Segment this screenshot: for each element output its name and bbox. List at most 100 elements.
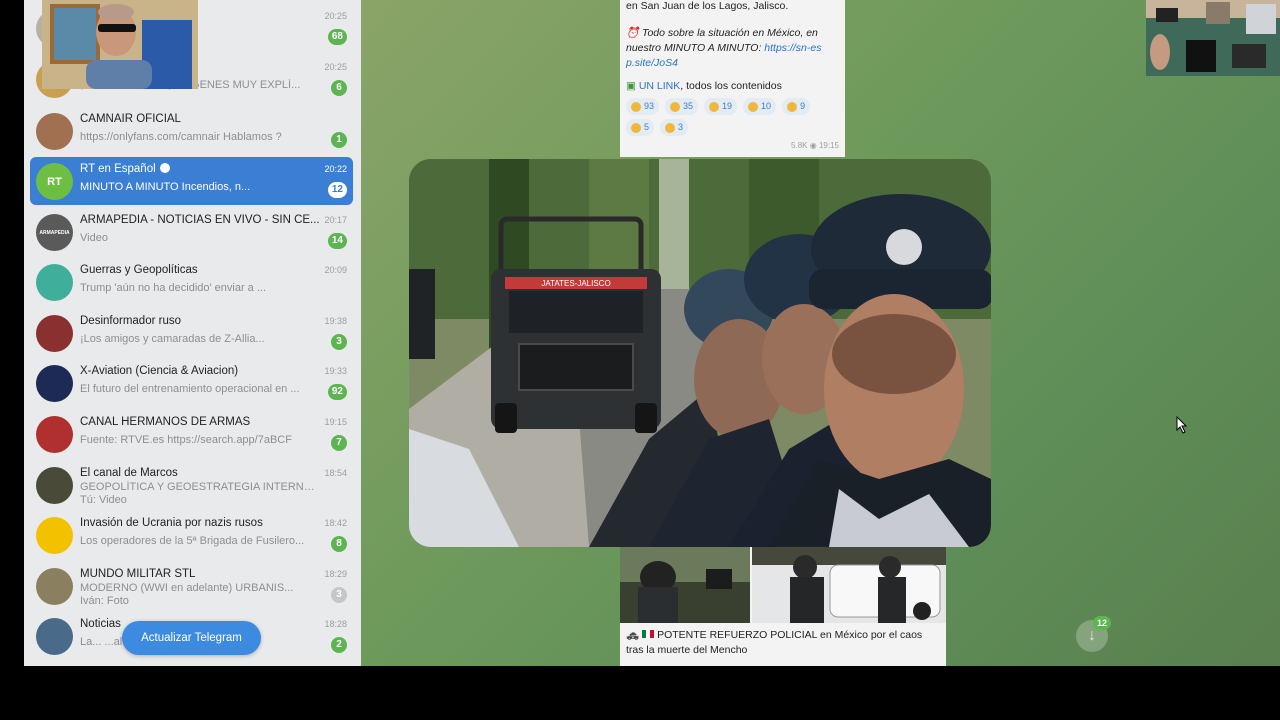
unread-badge: 1 (331, 132, 347, 148)
webcam-overlay-right (1146, 0, 1280, 76)
chat-name: Invasión de Ucrania por nazis rusos (80, 517, 320, 529)
unread-badge: 3 (331, 587, 347, 603)
reaction-count: 19 (722, 101, 733, 111)
chat-list-item[interactable]: X-Aviation (Ciencia & Aviacion) El futuro… (30, 359, 353, 407)
chat-name: X-Aviation (Ciencia & Aviacion) (80, 365, 320, 377)
chat-time: 19:33 (324, 366, 347, 376)
reaction-count: 9 (800, 101, 806, 111)
channel-message-top[interactable]: en San Juan de los Lagos, Jalisco. ⏰ Tod… (620, 0, 845, 157)
chat-preview: Trump 'aún no ha decidido' enviar a ... (80, 282, 267, 294)
desk-cam-svg (1146, 0, 1280, 76)
reaction-count: 5 (644, 122, 650, 132)
chat-list-item[interactable]: Invasión de Ucrania por nazis rusos Los o… (30, 511, 353, 559)
chat-avatar (36, 264, 73, 301)
reaction-chip[interactable]: 5 (626, 119, 655, 136)
reaction-chip[interactable]: 10 (743, 98, 777, 115)
chat-preview: https://onlyfans.com/camnair Hablamos ? (80, 131, 282, 143)
cursor-arrow-icon (1176, 415, 1188, 434)
chat-name: Guerras y Geopolíticas (80, 264, 320, 276)
chat-avatar: RT (36, 163, 73, 200)
chat-avatar (36, 467, 73, 504)
emoji-icon (670, 101, 681, 112)
reaction-chip[interactable]: 3 (660, 119, 689, 136)
chat-avatar (36, 618, 73, 655)
unread-badge: 14 (327, 233, 347, 249)
chat-list-item[interactable]: RT RT en Español MINUTO A MINUTO Incendios… (30, 157, 353, 205)
chat-list-sidebar[interactable]: a del servicio militar u...20:2568¡ADVER… (24, 0, 361, 666)
reaction-chip[interactable]: 35 (665, 98, 699, 115)
webcam-person-svg (42, 0, 198, 89)
chat-name-text: Invasión de Ucrania por nazis rusos (80, 517, 263, 529)
reaction-chip[interactable]: 19 (704, 98, 738, 115)
screen: a del servicio militar u...20:2568¡ADVER… (0, 0, 1280, 720)
chat-preview-sender: Tú: Video (80, 494, 127, 506)
verified-icon (159, 163, 170, 173)
chat-time: 19:15 (324, 417, 347, 427)
chat-name: CAMNAIR OFICIAL (80, 113, 320, 125)
chat-list-item[interactable]: El canal de Marcos GEOPOLÍTICA Y GEOESTRA… (30, 461, 353, 509)
chat-name: MUNDO MILITAR STL (80, 568, 320, 580)
update-telegram-button[interactable]: Actualizar Telegram (122, 621, 261, 655)
chat-name-text: ARMAPEDIA - NOTICIAS EN VIVO - SIN CE... (80, 214, 320, 226)
chat-preview: El futuro del entrenamiento operacional … (80, 383, 300, 395)
thumbnail-photos-svg (620, 547, 946, 623)
chat-avatar (36, 517, 73, 554)
chat-time: 20:25 (324, 62, 347, 72)
reaction-count: 3 (678, 122, 684, 132)
reaction-count: 10 (761, 101, 772, 111)
chat-preview-sender: Iván: Foto (80, 595, 129, 607)
reactions-row: 93 35 19 10 9 5 3 (626, 98, 839, 136)
chat-time: 18:28 (324, 619, 347, 629)
photo-album-thumbnails[interactable] (620, 547, 946, 623)
mexico-flag-icon (642, 630, 655, 638)
unread-badge: 8 (331, 536, 347, 552)
message-text: 🚓 POTENTE REFUERZO POLICIAL en México por… (626, 629, 923, 656)
chat-area[interactable]: en San Juan de los Lagos, Jalisco. ⏰ Tod… (361, 0, 1280, 666)
chat-name: RT en Español (80, 163, 320, 175)
emoji-icon (748, 101, 759, 112)
chat-name-text: RT en Español (80, 163, 156, 175)
message-meta: 5.8K ◉ 19:15 (791, 141, 839, 150)
unread-badge: 6 (331, 80, 347, 96)
chat-list-item[interactable]: Desinformador ruso ¡Los amigos y camarada… (30, 309, 353, 357)
chat-list-item[interactable]: CANAL HERMANOS DE ARMAS Fuente: RTVE.es h… (30, 410, 353, 458)
emoji-icon (665, 122, 676, 133)
chat-avatar (36, 113, 73, 150)
emoji-icon (631, 122, 641, 133)
chat-name-text: Desinformador ruso (80, 315, 181, 327)
chat-time: 20:09 (324, 265, 347, 275)
chat-list-item[interactable]: CAMNAIR OFICIAL https://onlyfans.com/camn… (30, 107, 353, 155)
chat-list-item[interactable]: ARMAPEDIA ARMAPEDIA - NOTICIAS EN VIVO - … (30, 208, 353, 256)
alarm-icon: ⏰ (626, 27, 640, 39)
expanded-news-photo[interactable]: JATATES-JALISCO (409, 159, 991, 547)
chat-list-item[interactable]: MUNDO MILITAR STL MODERNO (WWI en adelant… (30, 562, 353, 610)
chat-name: Desinformador ruso (80, 315, 320, 327)
arrow-down-icon: ↓ (1088, 627, 1096, 644)
unread-badge: 12 (327, 182, 347, 198)
unlink-link[interactable]: UN LINK (639, 80, 680, 92)
message-text-line: en San Juan de los Lagos, Jalisco. (626, 0, 789, 12)
message-italic-text: ⏰ Todo sobre la situación en México, en … (626, 27, 822, 69)
eye-icon: ◉ (809, 141, 817, 150)
chat-list-item[interactable]: Guerras y Geopolíticas Trump 'aún no ha d… (30, 258, 353, 306)
chat-time: 19:38 (324, 316, 347, 326)
unlink-line: ▣ UN LINK, todos los contenidos (626, 80, 782, 92)
emoji-icon (787, 101, 798, 112)
chat-name-text: X-Aviation (Ciencia & Aviacion) (80, 365, 239, 377)
chat-avatar (36, 315, 73, 352)
chat-name: ARMAPEDIA - NOTICIAS EN VIVO - SIN CE... (80, 214, 320, 226)
reaction-chip[interactable]: 9 (782, 98, 811, 115)
channel-message-bottom[interactable]: 🚓 POTENTE REFUERZO POLICIAL en México por… (620, 547, 946, 666)
chat-name-text: MUNDO MILITAR STL (80, 568, 196, 580)
chat-name-text: El canal de Marcos (80, 467, 178, 479)
reaction-count: 35 (683, 101, 694, 111)
police-car-icon: 🚓 (626, 629, 640, 641)
unread-count-badge: 12 (1093, 616, 1111, 630)
chat-name-text: Guerras y Geopolíticas (80, 264, 198, 276)
chat-preview: MODERNO (WWI en adelante) URBANIS... (80, 582, 294, 594)
chat-avatar (36, 416, 73, 453)
chat-preview: Fuente: RTVE.es https://search.app/7aBCF (80, 434, 292, 446)
chat-name: El canal de Marcos (80, 467, 320, 479)
unread-badge: 92 (327, 384, 347, 400)
reaction-chip[interactable]: 93 (626, 98, 660, 115)
